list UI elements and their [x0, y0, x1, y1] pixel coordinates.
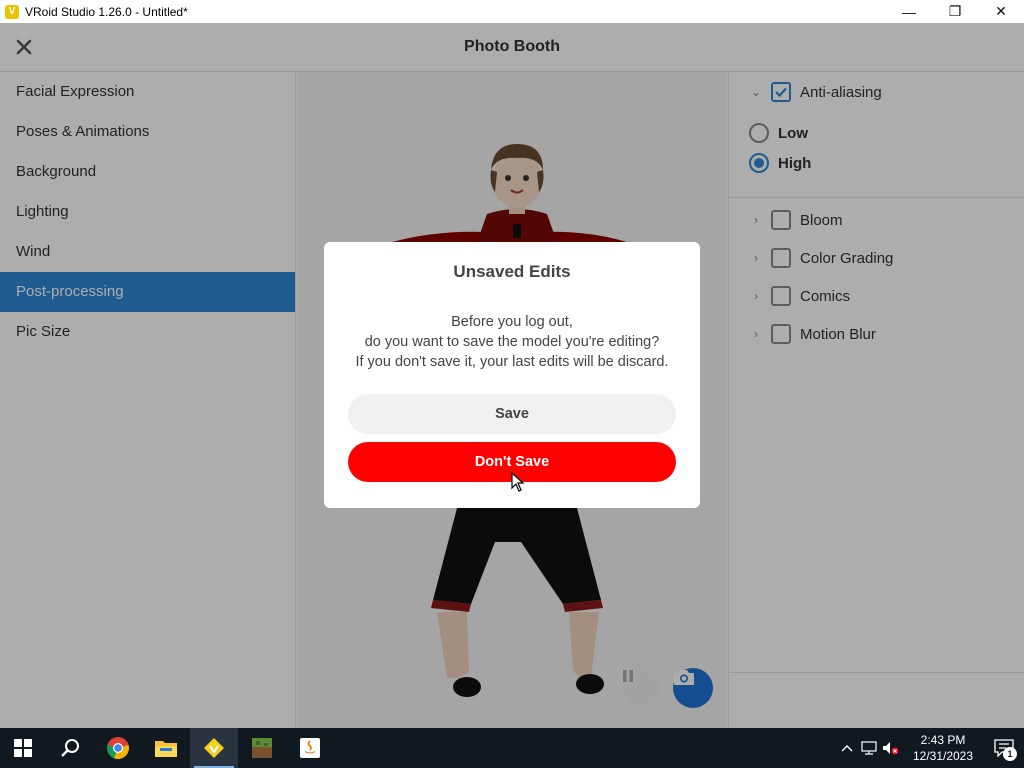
- chevron-up-icon[interactable]: [836, 728, 858, 768]
- volume-muted-icon[interactable]: [880, 728, 902, 768]
- clock-date: 12/31/2023: [912, 749, 974, 763]
- windows-start-icon[interactable]: [0, 728, 46, 768]
- java-icon[interactable]: [286, 728, 334, 768]
- mouse-cursor-icon: [511, 472, 525, 492]
- notification-count-badge: 1: [1003, 747, 1017, 761]
- search-icon[interactable]: [46, 728, 94, 768]
- dialog-message-line: do you want to save the model you're edi…: [364, 334, 660, 350]
- system-tray: 2:43 PM 12/31/2023 1: [836, 728, 1024, 768]
- window-close-button[interactable]: ✕: [978, 0, 1024, 23]
- window-title-bar: V VRoid Studio 1.26.0 - Untitled* — ❐ ✕: [0, 0, 1024, 23]
- vroid-app-icon: V: [5, 4, 19, 19]
- chrome-icon[interactable]: [94, 728, 142, 768]
- system-clock[interactable]: 2:43 PM 12/31/2023: [908, 732, 978, 764]
- vroid-studio-icon[interactable]: [190, 728, 238, 768]
- windows-taskbar: 2:43 PM 12/31/2023 1: [0, 728, 1024, 768]
- window-title: VRoid Studio 1.26.0 - Untitled*: [25, 4, 188, 19]
- clock-time: 2:43 PM: [920, 733, 966, 747]
- dialog-title: Unsaved Edits: [453, 262, 571, 281]
- unsaved-edits-dialog: Unsaved Edits Before you log out, do you…: [324, 242, 700, 508]
- minecraft-icon[interactable]: [238, 728, 286, 768]
- dialog-message: Before you log out, do you want to save …: [324, 312, 700, 372]
- save-button[interactable]: Save: [348, 394, 676, 434]
- minimize-button[interactable]: —: [886, 0, 932, 23]
- notification-center-icon[interactable]: 1: [984, 728, 1024, 768]
- window-controls: — ❐ ✕: [886, 0, 1024, 23]
- network-icon[interactable]: [858, 728, 880, 768]
- dialog-message-line: If you don't save it, your last edits wi…: [355, 354, 669, 370]
- restore-button[interactable]: ❐: [932, 0, 978, 23]
- file-explorer-icon[interactable]: [142, 728, 190, 768]
- dialog-message-line: Before you log out,: [451, 314, 573, 330]
